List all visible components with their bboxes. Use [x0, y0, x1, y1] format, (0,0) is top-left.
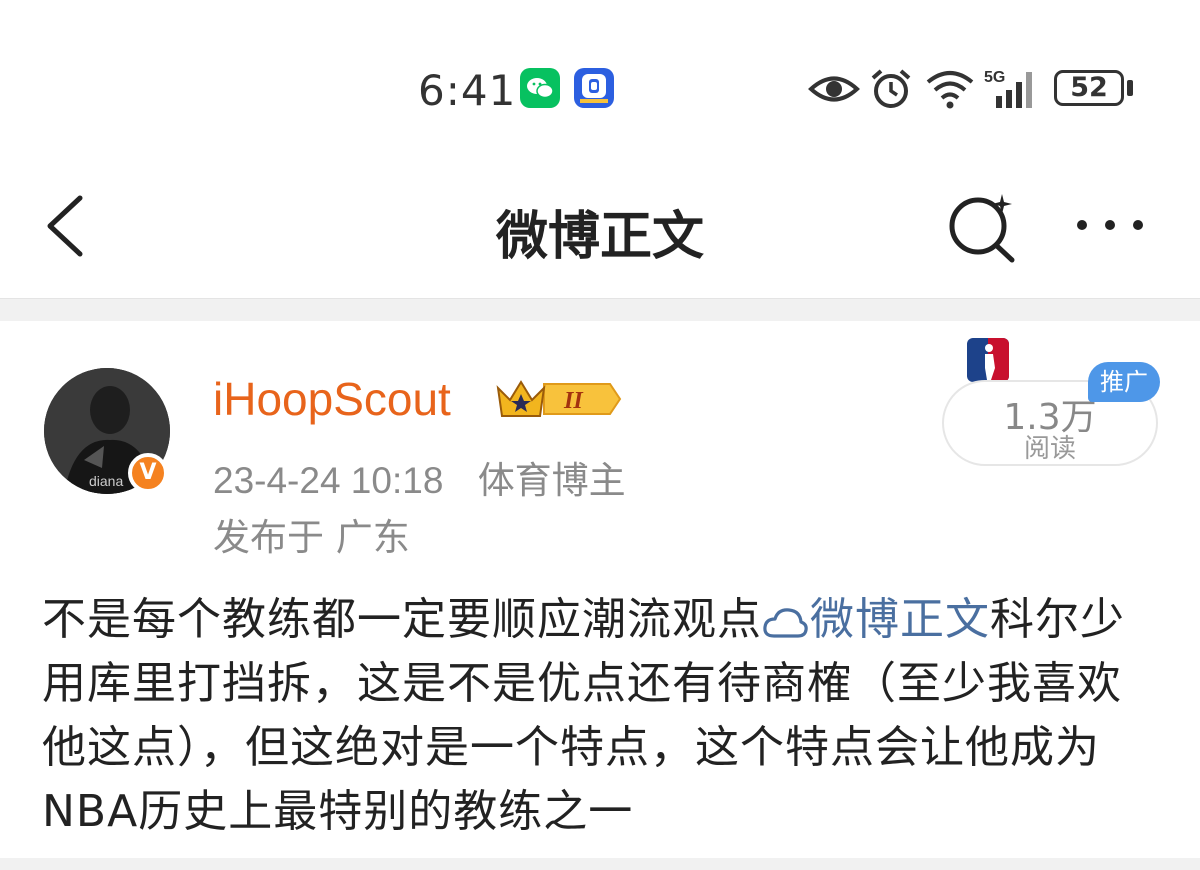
post-text-intro: 不是每个教练都一定要顺应潮流观点 [42, 594, 762, 645]
more-button[interactable] [1070, 205, 1150, 245]
promo-tag: 推广 [1088, 362, 1160, 402]
cloud-icon [763, 608, 808, 638]
username[interactable]: iHoopScout [213, 372, 451, 426]
badge-level: II [563, 388, 584, 414]
post-location: 发布于 广东 [213, 516, 410, 559]
status-bar: 6:41 5G 52 [0, 0, 1200, 170]
svg-text:diana: diana [89, 473, 123, 489]
section-divider [0, 298, 1200, 321]
wifi-icon [926, 71, 974, 109]
battery-level: 52 [1070, 72, 1108, 103]
wechat-icon [520, 68, 560, 108]
post-meta: 23-4-24 10:18 体育博主 [213, 450, 650, 504]
post-timestamp: 23-4-24 10:18 [213, 460, 444, 501]
search-button[interactable] [942, 190, 1022, 266]
eye-icon [808, 76, 860, 102]
status-time: 6:41 [418, 66, 517, 115]
search-icon [949, 194, 1015, 263]
topic-link[interactable]: 微博正文 [762, 594, 990, 645]
topic-link-label: 微博正文 [810, 594, 990, 645]
app-notification-icon [574, 68, 614, 108]
read-label: 阅读 [1023, 434, 1076, 464]
signal-icon: 5G [984, 69, 1032, 108]
alarm-icon [871, 69, 911, 108]
verified-badge: V [128, 453, 168, 493]
more-icon [1077, 220, 1143, 230]
network-type: 5G [984, 69, 1005, 86]
crown-badge-icon[interactable]: II [494, 374, 624, 424]
post-body: 不是每个教练都一定要顺应潮流观点 微博正文科尔少用库里打挡拆，这是不是优点还有待商… [42, 588, 1162, 844]
nba-logo-icon [967, 338, 1009, 382]
post-category: 体育博主 [477, 460, 626, 501]
battery-tip [1127, 80, 1133, 96]
bottom-divider [0, 858, 1200, 870]
